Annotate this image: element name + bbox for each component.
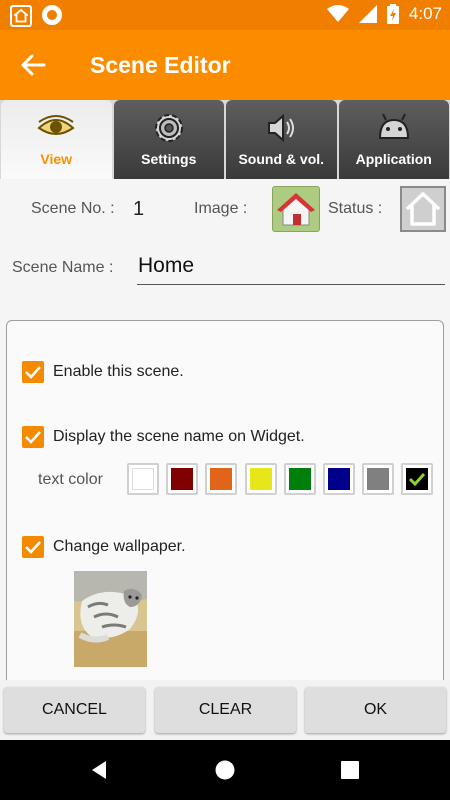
nav-home-icon[interactable] [215, 760, 235, 780]
display-name-label: Display the scene name on Widget. [53, 428, 305, 445]
check-icon [25, 431, 41, 444]
cat-photo-image [74, 571, 147, 667]
tab-application[interactable]: Application [338, 100, 449, 179]
enable-scene-checkbox[interactable] [22, 361, 44, 383]
home-outline-icon [405, 192, 441, 226]
color-swatch-navy[interactable] [323, 463, 355, 495]
color-swatch-orange[interactable] [205, 463, 237, 495]
ring-icon [42, 5, 62, 25]
eye-icon [37, 115, 75, 135]
clock: 4:07 [408, 4, 442, 23]
scene-image-button[interactable] [272, 186, 320, 232]
options-card: Enable this scene. Display the scene nam… [6, 320, 444, 700]
status-bar: 4:07 [0, 0, 450, 30]
color-swatch-white[interactable] [127, 463, 159, 495]
image-label: Image : [194, 200, 248, 217]
nav-recents-icon[interactable] [341, 761, 359, 779]
navigation-bar [0, 740, 450, 800]
arrow-back-icon[interactable] [18, 50, 48, 80]
check-icon [25, 541, 41, 554]
scene-name-input[interactable]: Home [137, 252, 445, 285]
house-icon [277, 193, 315, 226]
cancel-button[interactable]: CANCEL [4, 687, 145, 733]
action-bar: CANCEL CLEAR OK [0, 680, 450, 740]
tab-label: Sound & vol. [238, 151, 325, 167]
wifi-icon [326, 5, 349, 22]
color-swatch-yellow[interactable] [245, 463, 277, 495]
status-label: Status : [328, 200, 383, 217]
tab-view[interactable]: View [1, 100, 112, 179]
scene-name-label: Scene Name : [12, 259, 114, 276]
check-icon [25, 366, 41, 379]
tab-sound-volume[interactable]: Sound & vol. [226, 100, 337, 179]
tab-bar: View Settings Sound & vol. Application [0, 100, 450, 179]
app-bar: Scene Editor [0, 30, 450, 100]
tab-label: Settings [141, 151, 197, 167]
change-wallpaper-label: Change wallpaper. [53, 538, 186, 555]
gear-icon [154, 114, 183, 142]
speaker-icon [268, 113, 295, 143]
text-color-label: text color [38, 471, 103, 488]
check-icon [409, 472, 425, 486]
clear-button[interactable]: CLEAR [155, 687, 296, 733]
nav-back-icon[interactable] [89, 760, 109, 780]
page-title: Scene Editor [90, 52, 231, 78]
android-icon [378, 113, 409, 139]
color-swatch-maroon[interactable] [166, 463, 198, 495]
home-icon [10, 5, 32, 27]
ok-button[interactable]: OK [305, 687, 446, 733]
battery-icon [386, 4, 399, 24]
color-swatch-green[interactable] [284, 463, 316, 495]
wallpaper-thumbnail[interactable] [74, 571, 147, 667]
scene-no-value: 1 [133, 198, 145, 220]
color-swatch-black[interactable] [401, 463, 433, 495]
scene-no-label: Scene No. : [31, 200, 115, 217]
signal-icon [358, 5, 377, 23]
tab-label: Application [355, 151, 432, 167]
tab-settings[interactable]: Settings [113, 100, 224, 179]
enable-scene-label: Enable this scene. [53, 363, 184, 380]
display-name-checkbox[interactable] [22, 426, 44, 448]
color-swatch-gray[interactable] [362, 463, 394, 495]
status-icon-button[interactable] [400, 186, 446, 232]
change-wallpaper-checkbox[interactable] [22, 536, 44, 558]
tab-label: View [40, 151, 73, 167]
